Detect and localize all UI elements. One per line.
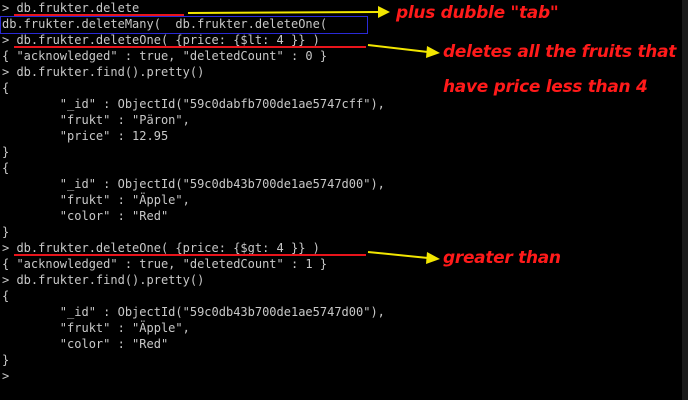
- terminal-line: { "acknowledged" : true, "deletedCount" …: [2, 257, 328, 271]
- terminal-line: "frukt" : "Äpple",: [2, 321, 190, 335]
- terminal-line: { "acknowledged" : true, "deletedCount" …: [2, 49, 328, 63]
- terminal-line: }: [2, 353, 10, 367]
- arrow-line: [367, 251, 429, 259]
- arrowhead: [426, 46, 440, 58]
- terminal-line: > db.frukter.find().pretty(): [2, 65, 205, 79]
- terminal-line: > db.frukter.find().pretty(): [2, 273, 205, 287]
- arrow-line: [187, 11, 379, 14]
- arrowhead: [426, 252, 440, 264]
- terminal-line: "_id" : ObjectId("59c0db43b700de1ae5747d…: [2, 305, 385, 319]
- annotation-lt-note-2: have price less than 4: [443, 77, 648, 97]
- terminal-line: >: [2, 369, 10, 383]
- terminal-line: {: [2, 289, 10, 303]
- command-underline: [14, 254, 366, 256]
- arrowhead: [378, 6, 390, 18]
- annotation-tab-note: plus dubble "tab": [396, 3, 559, 23]
- terminal-line: "color" : "Red": [2, 337, 169, 351]
- terminal-line: }: [2, 145, 10, 159]
- terminal-line: {: [2, 161, 10, 175]
- terminal-line: "_id" : ObjectId("59c0db43b700de1ae5747d…: [2, 177, 385, 191]
- terminal-line: {: [2, 81, 10, 95]
- terminal-line: "_id" : ObjectId("59c0dabfb700de1ae5747c…: [2, 97, 385, 111]
- terminal-line: "frukt" : "Äpple",: [2, 193, 190, 207]
- completion-highlight-box: [0, 16, 368, 34]
- terminal-line: "frukt" : "Päron",: [2, 113, 190, 127]
- annotation-gt-note: greater than: [443, 248, 561, 268]
- terminal-line: }: [2, 225, 10, 239]
- command-underline: [14, 46, 366, 48]
- vertical-scrollbar[interactable]: [682, 0, 688, 400]
- terminal-line: "color" : "Red": [2, 209, 169, 223]
- terminal-window[interactable]: > db.frukter.delete db.frukter.deleteMan…: [0, 0, 688, 400]
- annotation-lt-note-1: deletes all the fruits that: [443, 42, 677, 62]
- terminal-line: "price" : 12.95: [2, 129, 169, 143]
- arrow-line: [367, 44, 429, 53]
